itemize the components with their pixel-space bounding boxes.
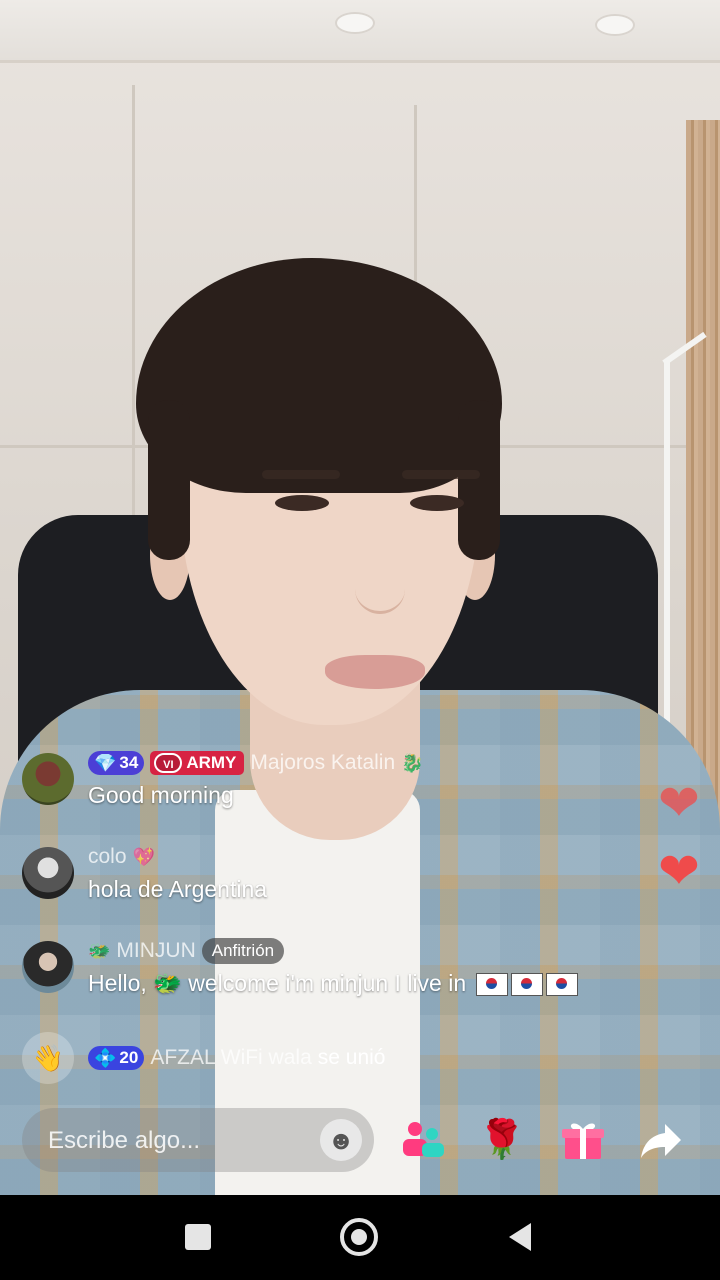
ceiling-light xyxy=(335,12,375,34)
chat-text: Good morning xyxy=(88,782,234,808)
chat-meta: 💎 34 VI ARMY Majoros Katalin 🐉 xyxy=(88,750,424,776)
square-icon xyxy=(185,1224,211,1250)
cohost-button[interactable] xyxy=(398,1115,448,1165)
recents-button[interactable] xyxy=(176,1215,220,1259)
host-badge: Anfitrión xyxy=(201,938,285,964)
username[interactable]: AFZAL WiFi wala xyxy=(150,1046,311,1070)
avatar[interactable] xyxy=(22,753,74,805)
hair xyxy=(148,400,190,560)
korea-flag-icon xyxy=(475,973,508,997)
eye xyxy=(410,495,464,511)
ceiling-light xyxy=(595,14,635,36)
chat-text: Hello, 🐲 welcome i'm minjun I live in xyxy=(88,970,578,997)
chat-meta: 🐲 MINJUN Anfitrión xyxy=(88,938,285,964)
wave-hand-icon[interactable]: 👋 xyxy=(22,1032,74,1084)
floating-heart-icon: ❤ xyxy=(658,775,700,831)
korea-flag-icon xyxy=(510,973,543,997)
heart-sparkle-icon: 💖 xyxy=(132,846,155,867)
join-text: se unió xyxy=(317,1046,386,1069)
chat-text: hola de Argentina xyxy=(88,876,268,902)
eye xyxy=(275,495,329,511)
dragon-icon: 🐲 xyxy=(88,940,111,961)
hair xyxy=(458,400,500,560)
korea-flag-icon xyxy=(545,973,578,997)
level-badge: 💠 20 xyxy=(88,1046,145,1070)
username[interactable]: Majoros Katalin xyxy=(250,751,395,775)
triangle-back-icon xyxy=(509,1223,531,1251)
diamond-icon: 💎 xyxy=(94,752,117,773)
system-navigation-bar xyxy=(0,1195,720,1280)
back-button[interactable] xyxy=(498,1215,542,1259)
share-button[interactable] xyxy=(636,1115,686,1165)
floating-heart-icon: ❤ xyxy=(658,843,700,899)
comment-input[interactable] xyxy=(46,1108,310,1174)
live-video xyxy=(0,0,720,1195)
gift-button[interactable] xyxy=(558,1115,608,1165)
hair xyxy=(136,258,502,493)
username[interactable]: MINJUN xyxy=(116,939,195,963)
people-icon xyxy=(403,1122,444,1157)
share-arrow-icon xyxy=(641,1124,681,1158)
lips xyxy=(325,655,425,689)
avatar[interactable] xyxy=(22,941,74,993)
fan-heart-icon: VI xyxy=(154,753,183,773)
gift-box-icon xyxy=(562,1123,604,1159)
dragon-icon: 🐉 xyxy=(401,752,424,773)
eyebrow xyxy=(262,470,340,479)
circle-icon xyxy=(340,1218,378,1256)
diamond-icon: 💠 xyxy=(94,1047,117,1068)
chat-meta: colo 💖 xyxy=(88,844,155,870)
eyebrow xyxy=(402,470,480,479)
rose-gift-button[interactable]: 🌹 xyxy=(477,1115,527,1165)
rose-gift-icon: 🌹 xyxy=(478,1119,526,1161)
smiley-icon[interactable]: ☻ xyxy=(320,1119,362,1161)
home-button[interactable] xyxy=(337,1215,381,1259)
avatar[interactable] xyxy=(22,847,74,899)
level-badge: 💎 34 xyxy=(88,751,145,775)
username[interactable]: colo xyxy=(88,845,127,869)
fan-club-badge: VI ARMY xyxy=(150,751,245,775)
comment-box[interactable]: ☻ xyxy=(22,1108,374,1174)
join-meta: 💠 20 AFZAL WiFi wala se unió xyxy=(88,1045,385,1071)
